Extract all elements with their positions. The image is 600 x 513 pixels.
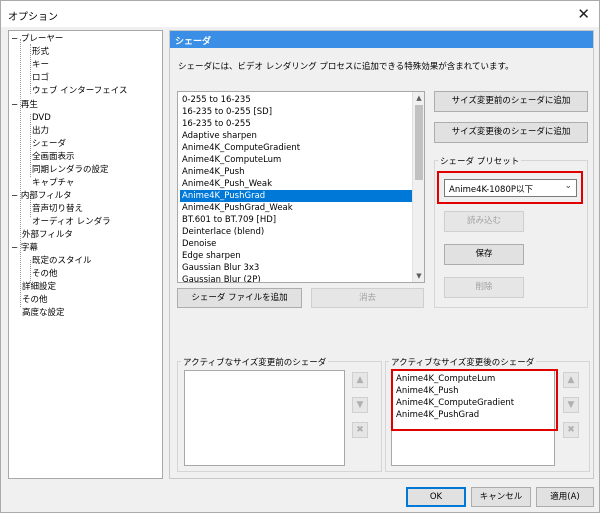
list-item[interactable]: 0-255 to 16-235 (180, 94, 251, 106)
panel-header: シェーダ (170, 31, 593, 48)
expander-icon[interactable]: − (11, 34, 18, 44)
tree-item-playback[interactable]: − 再生 (11, 99, 38, 111)
title-bar: オプション ✕ (1, 1, 599, 27)
ok-button[interactable]: OK (406, 487, 466, 507)
shader-list[interactable]: 0-255 to 16-235 16-235 to 0-255 [SD] 16-… (177, 91, 425, 283)
tree-item-audio-renderer[interactable]: オーディオ レンダラ (32, 216, 111, 228)
list-item[interactable]: Anime4K_Push (180, 166, 244, 178)
tree-item-fullscreen[interactable]: 全画面表示 (32, 151, 75, 163)
list-item[interactable]: Anime4K_ComputeGradient (180, 142, 300, 154)
load-preset-button[interactable]: 読み込む (444, 211, 524, 232)
pre-resize-list[interactable] (184, 370, 345, 466)
list-item[interactable]: BT.601 to BT.709 [HD] (180, 214, 276, 226)
tree-guide (30, 260, 31, 283)
options-tree[interactable]: − プレーヤー 形式 キー ロゴ ウェブ インターフェイス − 再生 DVD 出… (8, 30, 163, 479)
tree-item-audio-switcher[interactable]: 音声切り替え (32, 203, 83, 215)
tree-item-misc[interactable]: その他 (22, 294, 48, 306)
shader-preset-label: シェーダ プリセット (438, 155, 522, 167)
list-item[interactable]: Edge sharpen (180, 250, 241, 262)
tree-item-player[interactable]: − プレーヤー (11, 33, 63, 45)
scroll-thumb[interactable] (415, 105, 423, 180)
tree-item-external-filters[interactable]: 外部フィルタ (22, 229, 73, 241)
tree-item-sync-renderer[interactable]: 同期レンダラの設定 (32, 164, 109, 176)
add-post-resize-button[interactable]: サイズ変更後のシェーダに追加 (434, 122, 588, 143)
tree-item-advanced-settings[interactable]: 詳細設定 (22, 281, 56, 293)
expander-icon[interactable]: − (11, 100, 18, 110)
scroll-up-icon[interactable]: ▲ (413, 92, 424, 104)
add-shader-file-button[interactable]: シェーダ ファイルを追加 (177, 288, 302, 308)
tree-guide (30, 114, 31, 177)
move-up-icon[interactable]: ▲ (563, 372, 579, 388)
tree-item-keys[interactable]: キー (32, 59, 49, 71)
move-down-icon[interactable]: ▼ (563, 397, 579, 413)
expander-icon[interactable]: − (11, 243, 18, 253)
tree-item-label: 内部フィルタ (20, 191, 72, 201)
list-item[interactable]: 16-235 to 0-255 [SD] (180, 106, 272, 118)
post-resize-label: アクティブなサイズ変更後のシェーダ (389, 356, 537, 368)
tree-item-format[interactable]: 形式 (32, 46, 49, 58)
tree-item-output[interactable]: 出力 (32, 125, 49, 137)
remove-icon[interactable]: ✖ (563, 422, 579, 438)
tree-item-subtitles-misc[interactable]: その他 (32, 268, 58, 280)
list-item[interactable]: Denoise (180, 238, 216, 250)
scroll-down-icon[interactable]: ▼ (413, 270, 424, 282)
tree-item-internal-filters[interactable]: − 内部フィルタ (11, 190, 72, 202)
tree-guide (30, 44, 31, 94)
tree-item-subtitles[interactable]: − 字幕 (11, 242, 38, 254)
delete-preset-button[interactable]: 削除 (444, 277, 524, 298)
shaders-panel: シェーダ シェーダには、ビデオ レンダリング プロセスに追加できる特殊効果が含ま… (169, 30, 594, 479)
tree-guide (20, 39, 21, 307)
cancel-button[interactable]: キャンセル (471, 487, 531, 507)
list-item[interactable]: Gaussian Blur (2P) (180, 274, 261, 282)
tree-item-capture[interactable]: キャプチャ (32, 177, 74, 189)
tree-item-shaders[interactable]: シェーダ (32, 138, 66, 150)
list-item[interactable]: Anime4K_PushGrad_Weak (180, 202, 293, 214)
list-item[interactable]: Anime4K_Push_Weak (180, 178, 272, 190)
panel-title: シェーダ (175, 37, 212, 47)
close-icon[interactable]: ✕ (577, 5, 590, 23)
shader-list-scrollbar[interactable]: ▲ ▼ (412, 92, 424, 282)
list-item[interactable]: Adaptive sharpen (180, 130, 257, 142)
remove-icon[interactable]: ✖ (352, 422, 368, 438)
remove-shader-button[interactable]: 消去 (311, 288, 424, 308)
save-preset-button[interactable]: 保存 (444, 244, 524, 265)
list-item[interactable]: Gaussian Blur 3x3 (180, 262, 259, 274)
tree-item-label: 再生 (20, 100, 38, 110)
tree-item-dvd[interactable]: DVD (32, 112, 51, 124)
options-dialog: オプション ✕ − プレーヤー 形式 キー ロゴ ウェブ インターフェイス − … (0, 0, 600, 513)
expander-icon[interactable]: − (11, 191, 18, 201)
move-up-icon[interactable]: ▲ (352, 372, 368, 388)
panel-description: シェーダには、ビデオ レンダリング プロセスに追加できる特殊効果が含まれています… (178, 62, 514, 72)
tree-item-label: プレーヤー (20, 34, 64, 44)
tree-item-default-style[interactable]: 既定のスタイル (32, 255, 92, 267)
list-item-selected[interactable]: Anime4K_PushGrad (180, 190, 412, 202)
tree-item-web-interface[interactable]: ウェブ インターフェイス (32, 85, 127, 97)
tree-item-label: 字幕 (20, 243, 38, 253)
list-item[interactable]: 16-235 to 0-255 (180, 118, 251, 130)
pre-resize-label: アクティブなサイズ変更前のシェーダ (181, 356, 329, 368)
highlight-box (391, 369, 558, 431)
move-down-icon[interactable]: ▼ (352, 397, 368, 413)
highlight-box (437, 171, 583, 204)
window-title: オプション (8, 12, 58, 23)
list-item[interactable]: Anime4K_ComputeLum (180, 154, 281, 166)
tree-item-logo[interactable]: ロゴ (32, 72, 49, 84)
apply-button[interactable]: 適用(A) (536, 487, 594, 507)
add-pre-resize-button[interactable]: サイズ変更前のシェーダに追加 (434, 91, 588, 112)
list-item[interactable]: Deinterlace (blend) (180, 226, 264, 238)
tree-item-expert-settings[interactable]: 高度な設定 (22, 307, 65, 319)
